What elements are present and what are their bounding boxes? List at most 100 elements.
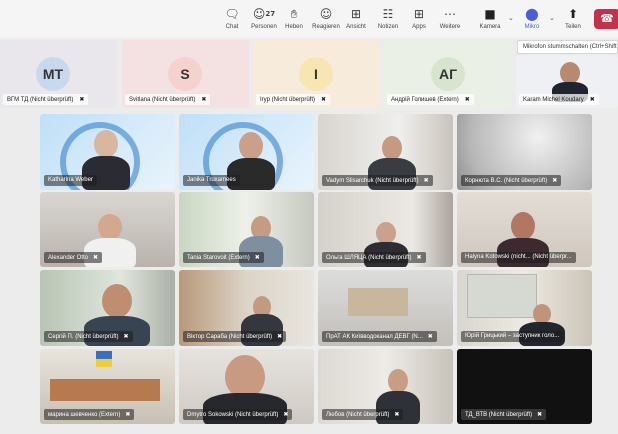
more-button[interactable]: ⋯ Weitere — [432, 6, 468, 36]
participant-name: Katharina Weber — [44, 175, 97, 186]
video-tile[interactable]: Корнюта В.С. (Nicht überprüft) ✖ — [457, 114, 592, 190]
more-label: Weitere — [439, 24, 461, 30]
raise-hand-button[interactable]: ✋︎ Heben — [276, 6, 312, 36]
participant-head — [102, 284, 132, 318]
chat-button[interactable]: 🗨 Chat — [214, 6, 250, 36]
share-icon: ⬆ — [567, 7, 579, 21]
participant-name-text: Vadym Slisarchuk (Nicht überprüft) — [326, 178, 419, 184]
audience-tile[interactable]: MT ВГМ ТД (Nicht überprüft) ✖ — [0, 40, 117, 108]
video-tile[interactable]: Halyna Kotowski (nicht... (Nicht überpr.… — [457, 192, 592, 267]
mic-off-icon: ✖ — [201, 96, 207, 103]
participant-name-text: Любов (Nicht überprüft) — [326, 412, 390, 418]
video-tile[interactable]: Janika Truxamees — [179, 114, 314, 190]
mic-off-icon: ✖ — [552, 177, 558, 184]
video-tile[interactable]: Vadym Slisarchuk (Nicht überprüft) ✖ — [318, 114, 453, 190]
wall-map — [467, 274, 537, 318]
audience-name: Svitlana (Nicht überprüft) ✖ — [125, 94, 211, 105]
participant-name: Tania Starovoit (Extern) ✖ — [183, 252, 264, 263]
mic-off-icon: ✖ — [464, 96, 470, 103]
video-tile[interactable]: Сергій П. (Nicht überprüft) ✖ — [40, 270, 175, 346]
office-shelf — [348, 288, 408, 316]
audience-tile[interactable]: АГ Андрій Голишев (Extern) ✖ — [384, 40, 512, 108]
audience-tile[interactable]: S Svitlana (Nicht überprüft) ✖ — [122, 40, 249, 108]
video-tile[interactable]: Katharina Weber — [40, 114, 175, 190]
participant-name: Vadym Slisarchuk (Nicht überprüft) ✖ — [322, 175, 433, 186]
participant-name-text: Юрій Грицький – заступник голо... — [465, 333, 560, 339]
participant-head — [533, 304, 551, 324]
mic-off-icon: ✖ — [93, 254, 99, 261]
participant-head — [98, 214, 122, 240]
video-tile[interactable]: Любов (Nicht überprüft) ✖ — [318, 349, 453, 424]
camera-button[interactable]: ■ Kamera — [472, 6, 508, 36]
participant-name-text: Сергій П. (Nicht überprüft) — [48, 334, 119, 340]
participant-name: ТД_ВТВ (Nicht überprüft) ✖ — [461, 409, 547, 420]
participant-name: ПрАТ АК Київводоканал ДЕВГ (N... ✖ — [322, 331, 437, 342]
share-label: Teilen — [565, 24, 581, 30]
view-label: Ansicht — [346, 24, 366, 30]
participant-head — [239, 132, 263, 160]
mic-off-icon: ✖ — [277, 333, 283, 340]
mic-off-icon: ✖ — [394, 411, 400, 418]
leave-call-button[interactable]: ☎ — [594, 9, 618, 29]
participant-name: марина шевченко (Extern) ✖ — [44, 409, 135, 420]
participant-name: Halyna Kotowski (nicht... (Nicht überpr.… — [461, 252, 576, 263]
video-tile[interactable]: Юрій Грицький – заступник голо... — [457, 270, 592, 346]
microphone-icon: ⬤ — [525, 7, 539, 21]
video-tile[interactable]: марина шевченко (Extern) ✖ — [40, 349, 175, 424]
avatar: АГ — [431, 57, 465, 91]
flag-stripe-blue — [96, 351, 112, 359]
mic-off-icon: ✖ — [423, 177, 429, 184]
video-tile[interactable]: ПрАТ АК Київводоканал ДЕВГ (N... ✖ — [318, 270, 453, 346]
microphone-options-chevron-icon[interactable]: ⌄ — [549, 14, 555, 22]
participant-name: Janika Truxamees — [183, 175, 240, 186]
audience-tile[interactable]: Karam Michel Koudary ✖ — [516, 56, 618, 108]
chat-label: Chat — [225, 24, 239, 30]
participant-name-text: ТД_ВТВ (Nicht überprüft) — [465, 412, 533, 418]
participant-name-text: Віктор Сараба (Nicht überprüft) — [187, 334, 273, 340]
video-tile[interactable]: Tania Starovoit (Extern) ✖ — [179, 192, 314, 267]
phone-hangup-icon: ☎ — [600, 12, 614, 25]
video-tile[interactable]: Alexander Otto ✖ — [40, 192, 175, 267]
participant-name: Ольга ШЛЯЦА (Nicht überprüft) ✖ — [322, 252, 426, 263]
video-tile[interactable]: ТД_ВТВ (Nicht überprüft) ✖ — [457, 349, 592, 424]
more-icon: ⋯ — [444, 7, 456, 21]
mic-off-icon: ✖ — [254, 254, 260, 261]
participant-name-text: ПрАТ АК Київводоканал ДЕВГ (N... — [326, 334, 423, 340]
audience-name: Iryp (Nicht überprüft) ✖ — [256, 94, 331, 105]
participant-name-text: Alexander Otto — [48, 255, 89, 261]
participant-head — [94, 130, 118, 158]
mic-tooltip: Mikrofon stummschalten (Ctrl+Shift+M) — [517, 40, 618, 54]
view-button[interactable]: ⊞ Ansicht — [338, 6, 374, 36]
share-button[interactable]: ⬆ Teilen — [555, 6, 591, 36]
video-tile[interactable]: Віктор Сараба (Nicht überprüft) ✖ — [179, 270, 314, 346]
audience-tile[interactable]: I Iryp (Nicht überprüft) ✖ — [253, 40, 380, 108]
video-tile[interactable]: Dmytro Sokowski (Nicht überprüft) ✖ — [179, 349, 314, 424]
camera-options-chevron-icon[interactable]: ⌄ — [508, 14, 514, 22]
participant-name: Любов (Nicht überprüft) ✖ — [322, 409, 404, 420]
audience-name-text: Svitlana (Nicht überprüft) — [129, 97, 196, 103]
participant-photo — [560, 62, 580, 84]
participant-name-text: Ольга ШЛЯЦА (Nicht überprüft) — [326, 255, 412, 261]
participant-name: Сергій П. (Nicht überprüft) ✖ — [44, 331, 133, 342]
avatar: I — [299, 57, 333, 91]
mic-off-icon: ✖ — [79, 96, 85, 103]
flag-stripe-yellow — [96, 359, 112, 367]
participant-name-text: Dmytro Sokowski (Nicht überprüft) — [187, 412, 279, 418]
people-count: 27 — [265, 10, 276, 18]
participant-name-text: Katharina Weber — [48, 177, 93, 183]
audience-name-text: Karam Michel Koudary — [523, 97, 584, 103]
avatar: MT — [36, 57, 70, 91]
microphone-button[interactable]: ⬤ Mikro — [514, 6, 550, 36]
raise-hand-icon: ✋︎ — [290, 7, 298, 21]
video-tile[interactable]: Ольга ШЛЯЦА (Nicht überprüft) ✖ — [318, 192, 453, 267]
meeting-toolbar: 🗨 Chat ☺27 Personen ✋︎ Heben ☺ Reagieren… — [0, 0, 618, 38]
participant-name: Dmytro Sokowski (Nicht überprüft) ✖ — [183, 409, 293, 420]
audience-name-text: ВГМ ТД (Nicht überprüft) — [7, 97, 74, 103]
view-icon: ⊞ — [350, 7, 362, 21]
mic-off-icon: ✖ — [416, 254, 422, 261]
mic-off-icon: ✖ — [427, 333, 433, 340]
participant-head — [511, 212, 535, 240]
participant-name-text: марина шевченко (Extern) — [48, 412, 121, 418]
participant-name: Віктор Сараба (Nicht überprüft) ✖ — [183, 331, 287, 342]
microphone-label: Mikro — [524, 24, 540, 30]
